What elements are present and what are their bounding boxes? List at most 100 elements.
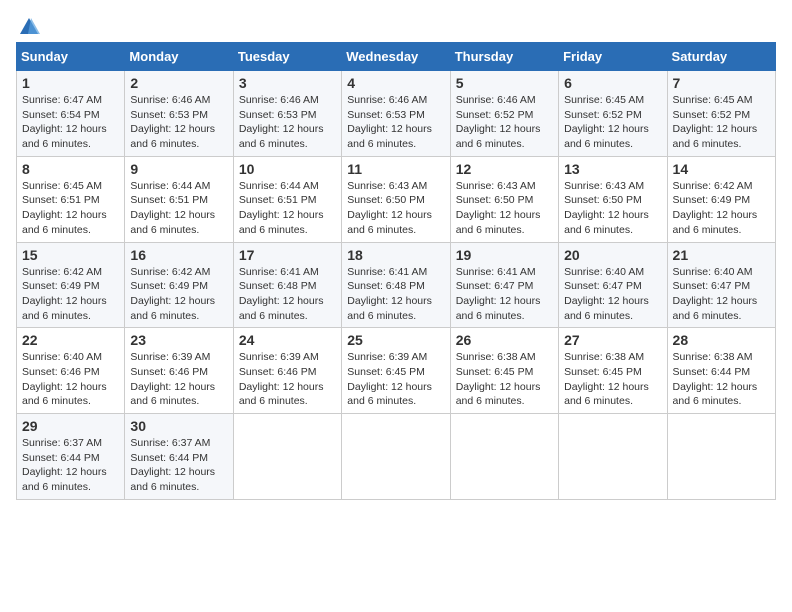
- day-info: Sunrise: 6:40 AMSunset: 6:47 PMDaylight:…: [564, 266, 649, 322]
- day-info: Sunrise: 6:46 AMSunset: 6:53 PMDaylight:…: [347, 94, 432, 150]
- day-header-monday: Monday: [125, 43, 233, 71]
- calendar-cell: 27 Sunrise: 6:38 AMSunset: 6:45 PMDaylig…: [559, 328, 667, 414]
- day-header-sunday: Sunday: [17, 43, 125, 71]
- day-number: 10: [239, 161, 336, 177]
- logo: [16, 16, 40, 34]
- calendar-cell: 18 Sunrise: 6:41 AMSunset: 6:48 PMDaylig…: [342, 242, 450, 328]
- day-number: 28: [673, 332, 770, 348]
- calendar-cell: 2 Sunrise: 6:46 AMSunset: 6:53 PMDayligh…: [125, 71, 233, 157]
- day-number: 8: [22, 161, 119, 177]
- day-info: Sunrise: 6:46 AMSunset: 6:52 PMDaylight:…: [456, 94, 541, 150]
- calendar-cell: 13 Sunrise: 6:43 AMSunset: 6:50 PMDaylig…: [559, 156, 667, 242]
- day-info: Sunrise: 6:37 AMSunset: 6:44 PMDaylight:…: [130, 437, 215, 493]
- day-number: 15: [22, 247, 119, 263]
- day-number: 13: [564, 161, 661, 177]
- day-header-saturday: Saturday: [667, 43, 775, 71]
- day-info: Sunrise: 6:43 AMSunset: 6:50 PMDaylight:…: [564, 180, 649, 236]
- calendar-cell: 23 Sunrise: 6:39 AMSunset: 6:46 PMDaylig…: [125, 328, 233, 414]
- day-number: 16: [130, 247, 227, 263]
- day-info: Sunrise: 6:40 AMSunset: 6:46 PMDaylight:…: [22, 351, 107, 407]
- day-info: Sunrise: 6:38 AMSunset: 6:45 PMDaylight:…: [456, 351, 541, 407]
- calendar-cell: 25 Sunrise: 6:39 AMSunset: 6:45 PMDaylig…: [342, 328, 450, 414]
- day-header-wednesday: Wednesday: [342, 43, 450, 71]
- day-number: 26: [456, 332, 553, 348]
- day-number: 1: [22, 75, 119, 91]
- calendar-cell: 7 Sunrise: 6:45 AMSunset: 6:52 PMDayligh…: [667, 71, 775, 157]
- calendar-cell: 12 Sunrise: 6:43 AMSunset: 6:50 PMDaylig…: [450, 156, 558, 242]
- day-number: 14: [673, 161, 770, 177]
- calendar-cell: 30 Sunrise: 6:37 AMSunset: 6:44 PMDaylig…: [125, 414, 233, 500]
- day-info: Sunrise: 6:38 AMSunset: 6:44 PMDaylight:…: [673, 351, 758, 407]
- calendar-cell: 19 Sunrise: 6:41 AMSunset: 6:47 PMDaylig…: [450, 242, 558, 328]
- calendar-cell: 17 Sunrise: 6:41 AMSunset: 6:48 PMDaylig…: [233, 242, 341, 328]
- day-info: Sunrise: 6:39 AMSunset: 6:46 PMDaylight:…: [239, 351, 324, 407]
- calendar-cell: 1 Sunrise: 6:47 AMSunset: 6:54 PMDayligh…: [17, 71, 125, 157]
- calendar-cell: 8 Sunrise: 6:45 AMSunset: 6:51 PMDayligh…: [17, 156, 125, 242]
- day-info: Sunrise: 6:47 AMSunset: 6:54 PMDaylight:…: [22, 94, 107, 150]
- day-info: Sunrise: 6:40 AMSunset: 6:47 PMDaylight:…: [673, 266, 758, 322]
- calendar-cell: 24 Sunrise: 6:39 AMSunset: 6:46 PMDaylig…: [233, 328, 341, 414]
- day-info: Sunrise: 6:44 AMSunset: 6:51 PMDaylight:…: [130, 180, 215, 236]
- day-number: 9: [130, 161, 227, 177]
- day-info: Sunrise: 6:46 AMSunset: 6:53 PMDaylight:…: [130, 94, 215, 150]
- day-number: 29: [22, 418, 119, 434]
- day-number: 23: [130, 332, 227, 348]
- calendar-cell: [450, 414, 558, 500]
- calendar-cell: 14 Sunrise: 6:42 AMSunset: 6:49 PMDaylig…: [667, 156, 775, 242]
- day-info: Sunrise: 6:42 AMSunset: 6:49 PMDaylight:…: [22, 266, 107, 322]
- calendar-cell: 9 Sunrise: 6:44 AMSunset: 6:51 PMDayligh…: [125, 156, 233, 242]
- day-header-thursday: Thursday: [450, 43, 558, 71]
- calendar-table: SundayMondayTuesdayWednesdayThursdayFrid…: [16, 42, 776, 500]
- day-number: 17: [239, 247, 336, 263]
- day-info: Sunrise: 6:45 AMSunset: 6:52 PMDaylight:…: [564, 94, 649, 150]
- calendar-cell: 11 Sunrise: 6:43 AMSunset: 6:50 PMDaylig…: [342, 156, 450, 242]
- calendar-cell: 29 Sunrise: 6:37 AMSunset: 6:44 PMDaylig…: [17, 414, 125, 500]
- day-info: Sunrise: 6:45 AMSunset: 6:51 PMDaylight:…: [22, 180, 107, 236]
- calendar-cell: 10 Sunrise: 6:44 AMSunset: 6:51 PMDaylig…: [233, 156, 341, 242]
- day-number: 22: [22, 332, 119, 348]
- day-number: 2: [130, 75, 227, 91]
- calendar-cell: 20 Sunrise: 6:40 AMSunset: 6:47 PMDaylig…: [559, 242, 667, 328]
- calendar-cell: 4 Sunrise: 6:46 AMSunset: 6:53 PMDayligh…: [342, 71, 450, 157]
- calendar-cell: 16 Sunrise: 6:42 AMSunset: 6:49 PMDaylig…: [125, 242, 233, 328]
- calendar-cell: [233, 414, 341, 500]
- logo-icon: [18, 16, 40, 38]
- calendar-cell: [667, 414, 775, 500]
- day-number: 21: [673, 247, 770, 263]
- day-info: Sunrise: 6:38 AMSunset: 6:45 PMDaylight:…: [564, 351, 649, 407]
- calendar-cell: 3 Sunrise: 6:46 AMSunset: 6:53 PMDayligh…: [233, 71, 341, 157]
- day-info: Sunrise: 6:46 AMSunset: 6:53 PMDaylight:…: [239, 94, 324, 150]
- day-number: 19: [456, 247, 553, 263]
- day-info: Sunrise: 6:39 AMSunset: 6:45 PMDaylight:…: [347, 351, 432, 407]
- calendar-cell: 21 Sunrise: 6:40 AMSunset: 6:47 PMDaylig…: [667, 242, 775, 328]
- day-header-friday: Friday: [559, 43, 667, 71]
- day-info: Sunrise: 6:39 AMSunset: 6:46 PMDaylight:…: [130, 351, 215, 407]
- day-info: Sunrise: 6:41 AMSunset: 6:48 PMDaylight:…: [347, 266, 432, 322]
- day-info: Sunrise: 6:44 AMSunset: 6:51 PMDaylight:…: [239, 180, 324, 236]
- day-number: 30: [130, 418, 227, 434]
- calendar-cell: 5 Sunrise: 6:46 AMSunset: 6:52 PMDayligh…: [450, 71, 558, 157]
- calendar-cell: [559, 414, 667, 500]
- day-number: 4: [347, 75, 444, 91]
- day-number: 18: [347, 247, 444, 263]
- calendar-cell: 28 Sunrise: 6:38 AMSunset: 6:44 PMDaylig…: [667, 328, 775, 414]
- day-info: Sunrise: 6:37 AMSunset: 6:44 PMDaylight:…: [22, 437, 107, 493]
- day-number: 11: [347, 161, 444, 177]
- calendar-cell: 6 Sunrise: 6:45 AMSunset: 6:52 PMDayligh…: [559, 71, 667, 157]
- day-number: 12: [456, 161, 553, 177]
- day-number: 6: [564, 75, 661, 91]
- day-number: 25: [347, 332, 444, 348]
- day-info: Sunrise: 6:45 AMSunset: 6:52 PMDaylight:…: [673, 94, 758, 150]
- day-header-tuesday: Tuesday: [233, 43, 341, 71]
- calendar-cell: 22 Sunrise: 6:40 AMSunset: 6:46 PMDaylig…: [17, 328, 125, 414]
- calendar-cell: 15 Sunrise: 6:42 AMSunset: 6:49 PMDaylig…: [17, 242, 125, 328]
- day-info: Sunrise: 6:43 AMSunset: 6:50 PMDaylight:…: [347, 180, 432, 236]
- calendar-cell: 26 Sunrise: 6:38 AMSunset: 6:45 PMDaylig…: [450, 328, 558, 414]
- day-info: Sunrise: 6:42 AMSunset: 6:49 PMDaylight:…: [130, 266, 215, 322]
- day-info: Sunrise: 6:41 AMSunset: 6:47 PMDaylight:…: [456, 266, 541, 322]
- day-number: 3: [239, 75, 336, 91]
- day-number: 24: [239, 332, 336, 348]
- day-number: 5: [456, 75, 553, 91]
- day-number: 27: [564, 332, 661, 348]
- day-info: Sunrise: 6:43 AMSunset: 6:50 PMDaylight:…: [456, 180, 541, 236]
